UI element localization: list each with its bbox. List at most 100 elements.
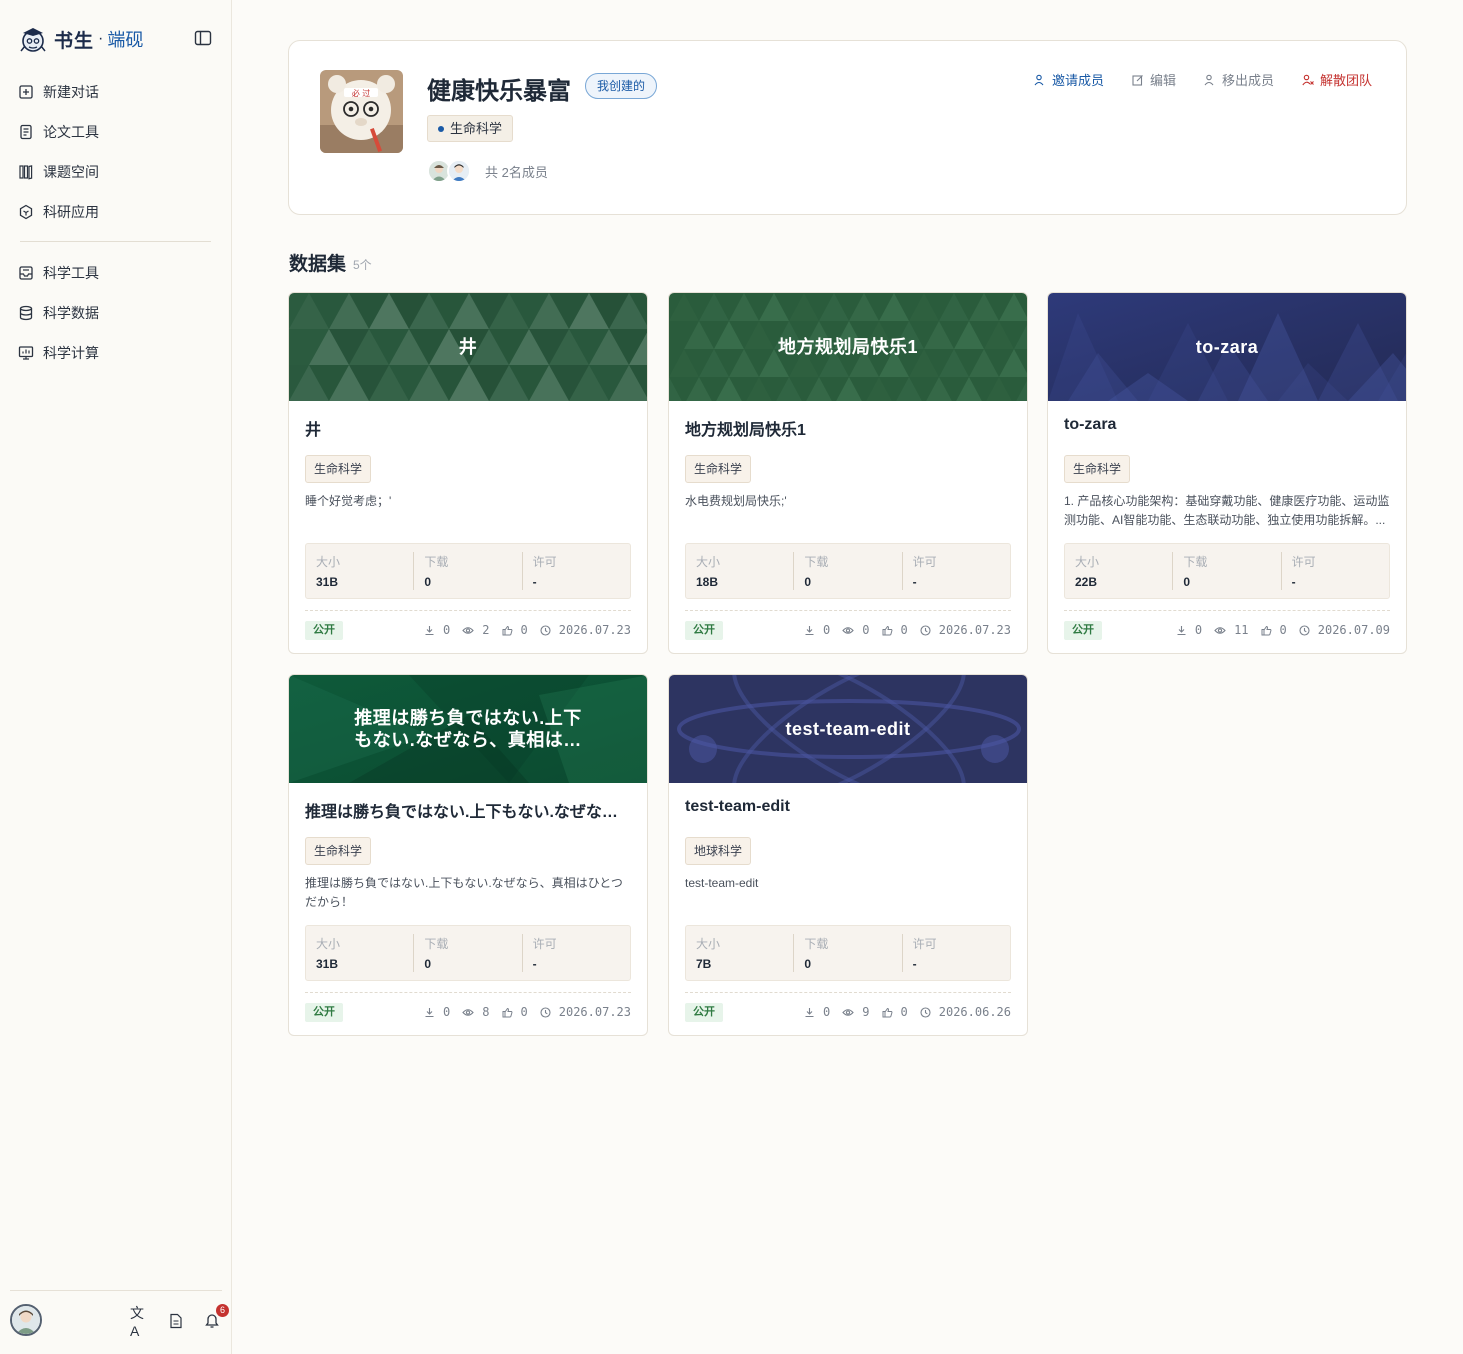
eye-icon bbox=[842, 625, 858, 636]
users-x-icon bbox=[1302, 74, 1314, 86]
svg-text:必 过: 必 过 bbox=[352, 88, 371, 98]
stat-label: 下载 bbox=[804, 555, 829, 569]
eye-icon bbox=[842, 1007, 858, 1018]
docs-icon[interactable] bbox=[166, 1311, 186, 1331]
dataset-description: test-team-edit bbox=[685, 876, 759, 890]
download-count: 0 bbox=[804, 1005, 830, 1019]
view-count: 8 bbox=[462, 1005, 490, 1019]
stat-size: 大小 22B bbox=[1065, 552, 1172, 590]
nav-science-compute[interactable]: 科学计算 bbox=[18, 333, 218, 373]
notification-bell-icon[interactable]: 6 bbox=[202, 1304, 229, 1331]
clock-icon bbox=[920, 624, 935, 636]
like-count-value: 0 bbox=[1279, 623, 1287, 637]
dataset-stats: 大小 18B 下载 0 许可 - bbox=[685, 543, 1011, 599]
dataset-meta: 0 2 0 2026.07.23 bbox=[412, 623, 631, 637]
like-count-value: 0 bbox=[520, 623, 528, 637]
view-count-value: 0 bbox=[862, 623, 870, 637]
updated-date: 2026.06.26 bbox=[920, 1005, 1011, 1019]
user-avatar[interactable] bbox=[10, 1304, 42, 1336]
stat-downloads: 下载 0 bbox=[793, 934, 901, 972]
brand[interactable]: 书生 · 端砚 bbox=[18, 24, 143, 54]
dataset-banner: test-team-edit bbox=[669, 675, 1027, 783]
dataset-stats: 大小 31B 下载 0 许可 - bbox=[305, 925, 631, 981]
nav-research-apps[interactable]: 科研应用 bbox=[18, 192, 218, 232]
updated-date: 2026.07.23 bbox=[540, 623, 631, 637]
view-count-value: 2 bbox=[482, 623, 490, 637]
like-count: 0 bbox=[502, 623, 528, 637]
nav-label: 科学计算 bbox=[43, 345, 99, 361]
tag-dot-icon bbox=[438, 125, 444, 132]
owner-badge: 我创建的 bbox=[585, 73, 658, 99]
stat-label: 大小 bbox=[696, 555, 721, 569]
dataset-banner-title: 推理は勝ち負ではない.上下もない.なぜなら、真相はひとつだから！ bbox=[309, 675, 627, 783]
download-icon bbox=[424, 625, 439, 636]
stat-size: 大小 18B bbox=[686, 552, 793, 590]
dataset-description: 睡个好觉考虑；' bbox=[305, 494, 392, 508]
banner-title-text: 推理は勝ち負ではない.上下もない.なぜなら、真相はひとつだから！ bbox=[354, 708, 582, 750]
like-count: 0 bbox=[1261, 623, 1287, 637]
nav-science-data[interactable]: 科学数据 bbox=[18, 293, 218, 333]
eye-icon bbox=[1214, 625, 1230, 636]
dataset-name[interactable]: test-team-edit bbox=[685, 798, 1013, 816]
stat-value: - bbox=[532, 957, 537, 971]
dataset-card[interactable]: test-team-edit test-team-edit 地球科学 test-tea… bbox=[668, 674, 1028, 1036]
sidebar-toggle-icon[interactable] bbox=[194, 30, 212, 46]
user-remove-icon bbox=[1204, 74, 1216, 86]
language-icon[interactable]: 文A bbox=[130, 1305, 150, 1339]
dataset-card[interactable]: 推理は勝ち負ではない.上下もない.なぜなら、真相はひとつだから！ 推理は勝ち負では… bbox=[288, 674, 648, 1036]
like-count-value: 0 bbox=[900, 1005, 908, 1019]
thumb-icon bbox=[502, 625, 517, 636]
dataset-banner-title: 地方规划局快乐1 bbox=[689, 293, 1007, 401]
nav-new-chat[interactable]: 新建对话 bbox=[18, 72, 218, 112]
stat-value: - bbox=[1291, 575, 1296, 589]
datasets-count: 5个 bbox=[353, 258, 372, 272]
remove-member-button[interactable]: 移出成员 bbox=[1204, 70, 1274, 89]
dataset-discipline-tag: 地球科学 bbox=[685, 837, 752, 865]
download-icon bbox=[1176, 625, 1191, 636]
download-count: 0 bbox=[1176, 623, 1202, 637]
brand-name: 书生 bbox=[54, 29, 95, 52]
brand-sub: 端砚 bbox=[107, 30, 144, 51]
stat-value: 0 bbox=[804, 575, 812, 589]
updated-date: 2026.07.09 bbox=[1299, 623, 1390, 637]
nav-label: 科学工具 bbox=[43, 265, 99, 281]
view-count-value: 11 bbox=[1234, 623, 1249, 637]
nav-science-tools[interactable]: 科学工具 bbox=[18, 253, 218, 293]
team-actions: 邀请成员 编辑 移出成员 解散团队 bbox=[1006, 70, 1372, 89]
dissolve-team-button[interactable]: 解散团队 bbox=[1302, 70, 1372, 89]
dataset-name[interactable]: to-zara bbox=[1064, 416, 1392, 434]
dataset-card[interactable]: 井井生命科学 睡个好觉考虑；' 大小 31B 下载 0 许可 - 公开 0 2 0 2026.07.23 bbox=[288, 292, 648, 654]
nav-primary: 新建对话 论文工具 课题空间 科研应用 bbox=[18, 72, 218, 232]
stat-label: 下载 bbox=[424, 555, 449, 569]
view-count: 2 bbox=[462, 623, 490, 637]
sidebar-footer: 文A 6 bbox=[10, 1290, 229, 1354]
hexagon-icon bbox=[18, 204, 34, 220]
team-members[interactable]: 共 2名成员 bbox=[427, 159, 548, 183]
dataset-stats: 大小 31B 下载 0 许可 - bbox=[305, 543, 631, 599]
nav-science: 科学工具 科学数据 科学计算 bbox=[18, 253, 218, 373]
invite-member-button[interactable]: 邀请成员 bbox=[1034, 70, 1104, 89]
visibility-badge: 公开 bbox=[1064, 621, 1102, 640]
nav-paper-tools[interactable]: 论文工具 bbox=[18, 112, 218, 152]
document-icon bbox=[18, 124, 34, 140]
dataset-card[interactable]: to-zara to-zara 生命科学 1. 产品核心功能架构：基础穿戴功能、健康医… bbox=[1047, 292, 1407, 654]
user-add-icon bbox=[1034, 74, 1046, 86]
plus-square-icon bbox=[18, 84, 34, 100]
dataset-card[interactable]: 地方规划局快乐1 地方规划局快乐1 生命科学 水电费规划局快乐;' 大小 18B 下载 0 许可… bbox=[668, 292, 1028, 654]
dataset-banner: to-zara bbox=[1048, 293, 1406, 401]
view-count-value: 9 bbox=[862, 1005, 870, 1019]
dataset-name[interactable]: 地方规划局快乐1 bbox=[685, 416, 1013, 440]
team-tag-label: 生命科学 bbox=[450, 121, 503, 136]
datasets-section-title: 数据集 bbox=[289, 253, 347, 275]
view-count-value: 8 bbox=[482, 1005, 490, 1019]
stat-license: 许可 - bbox=[521, 934, 630, 972]
nav-topic-space[interactable]: 课题空间 bbox=[18, 152, 218, 192]
download-count: 0 bbox=[424, 623, 450, 637]
stat-value: - bbox=[912, 957, 917, 971]
dataset-name[interactable]: 推理は勝ち負ではない.上下もない.なぜなら、真相はひとつだから！ bbox=[305, 798, 633, 822]
sidebar: 书生 · 端砚 新建对话 论文工具 课题空间 科研应用 科学工具 科学数据 科学… bbox=[0, 0, 232, 1354]
card-divider bbox=[305, 992, 631, 993]
dataset-discipline-tag: 生命科学 bbox=[685, 455, 752, 483]
dataset-name[interactable]: 井 bbox=[305, 416, 633, 440]
edit-team-button[interactable]: 编辑 bbox=[1132, 70, 1176, 89]
